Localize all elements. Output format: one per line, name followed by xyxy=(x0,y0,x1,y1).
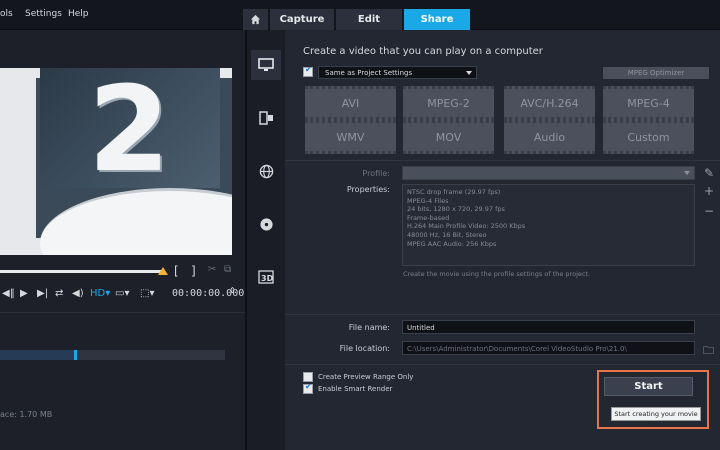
scissors-icon[interactable]: ✂ xyxy=(208,264,216,275)
menu-help[interactable]: Help xyxy=(68,9,89,19)
repeat-icon[interactable]: ⇄ xyxy=(55,288,63,299)
file-location-input[interactable]: C:\Users\Administrator\Documents\Corel V… xyxy=(402,341,695,355)
menu-settings[interactable]: Settings xyxy=(25,9,62,19)
add-icon[interactable]: + xyxy=(704,184,714,198)
project-settings-value: Same as Project Settings xyxy=(325,69,413,77)
share-panel: Create a video that you can play on a co… xyxy=(285,30,720,450)
video-preview: 2 xyxy=(0,68,232,255)
scrub-bar[interactable] xyxy=(0,270,162,273)
3d-icon: 3D xyxy=(258,270,274,284)
property-line: 48000 Hz, 16 Bit, Stereo xyxy=(407,230,487,239)
scrub-handle[interactable] xyxy=(158,267,168,275)
tab-edit[interactable]: Edit xyxy=(336,9,402,30)
disc-icon xyxy=(259,217,273,231)
device-category[interactable] xyxy=(251,103,281,133)
format-avi[interactable]: AVI xyxy=(305,86,396,120)
render-progress-marker xyxy=(74,350,77,360)
chevron-down-icon xyxy=(684,171,690,175)
tab-capture[interactable]: Capture xyxy=(270,9,334,30)
fit-icon[interactable]: ⬚▾ xyxy=(140,288,154,299)
step-back-icon[interactable]: ◀‖ xyxy=(2,288,15,299)
project-settings-dropdown[interactable]: Same as Project Settings xyxy=(318,66,477,79)
computer-category[interactable] xyxy=(251,50,281,80)
property-line: Frame-based xyxy=(407,213,450,222)
smart-render-checkbox[interactable] xyxy=(303,382,313,394)
format-mpeg2[interactable]: MPEG-2 xyxy=(403,86,494,120)
timecode-stepper-icon[interactable]: ⇕ xyxy=(229,286,236,295)
file-name-input[interactable]: Untitled xyxy=(402,320,695,334)
share-heading: Create a video that you can play on a co… xyxy=(303,46,543,57)
home-icon xyxy=(250,14,261,25)
same-as-project-checkbox[interactable] xyxy=(303,65,313,77)
3d-category[interactable]: 3D xyxy=(251,262,281,292)
profile-dropdown[interactable] xyxy=(402,166,695,180)
format-mov[interactable]: MOV xyxy=(403,120,494,154)
property-line: MPEG-4 Files xyxy=(407,196,449,205)
profile-description: Create the movie using the profile setti… xyxy=(403,270,591,278)
property-line: NTSC drop frame (29.97 fps) xyxy=(407,188,501,196)
free-space-text: ace: 1.70 MB xyxy=(0,410,53,419)
tab-share[interactable]: Share xyxy=(404,9,470,30)
properties-label: Properties: xyxy=(346,185,390,194)
play-icon[interactable]: ▶ xyxy=(20,288,28,299)
property-line: 24 bits, 1280 x 720, 29.97 fps xyxy=(407,205,505,214)
mark-out-button[interactable]: ] xyxy=(191,264,196,278)
remove-icon[interactable]: − xyxy=(704,204,714,218)
profile-label: Profile: xyxy=(362,169,390,178)
properties-box: NTSC drop frame (29.97 fps) MPEG-4 Files… xyxy=(402,184,695,266)
svg-text:3D: 3D xyxy=(261,274,274,283)
disc-category[interactable] xyxy=(251,209,281,239)
mark-in-button[interactable]: [ xyxy=(174,264,179,278)
top-bar: ols Settings Help Capture Edit Share xyxy=(0,0,720,30)
format-custom[interactable]: Custom xyxy=(603,120,694,154)
player-panel: 2 [ ] ✂ ⧉ ◀‖ ▶ ▶| ⇄ ◀) HD▾ ▭▾ ⬚▾ 00:00:0… xyxy=(0,30,245,450)
format-avc-h264[interactable]: AVC/H.264 xyxy=(504,86,595,120)
globe-icon xyxy=(259,164,273,178)
volume-icon[interactable]: ◀) xyxy=(72,288,84,299)
preview-number: 2 xyxy=(88,68,171,198)
preview-range-label: Create Preview Range Only xyxy=(318,373,414,381)
format-audio[interactable]: Audio xyxy=(504,120,595,154)
step-forward-icon[interactable]: ▶| xyxy=(37,288,48,299)
property-line: MPEG AAC Audio: 256 Kbps xyxy=(407,239,497,248)
monitor-icon xyxy=(258,58,274,71)
pencil-icon[interactable]: ✎ xyxy=(704,166,714,180)
copy-icon[interactable]: ⧉ xyxy=(224,264,231,275)
start-tooltip: Start creating your movie xyxy=(611,407,701,421)
render-progress-fill xyxy=(0,350,74,360)
format-mpeg4[interactable]: MPEG-4 xyxy=(603,86,694,120)
tab-home[interactable] xyxy=(243,9,268,30)
start-button[interactable]: Start xyxy=(604,377,693,396)
format-wmv[interactable]: WMV xyxy=(305,120,396,154)
mpeg-optimizer-button[interactable]: MPEG Optimizer xyxy=(603,67,709,79)
share-category-bar: 3D xyxy=(247,30,285,450)
device-icon xyxy=(259,111,273,125)
folder-icon[interactable]: 🗀 xyxy=(703,342,714,361)
file-location-label: File location: xyxy=(339,344,390,353)
web-category[interactable] xyxy=(251,156,281,186)
aspect-ratio-icon[interactable]: ▭▾ xyxy=(115,288,129,299)
property-line: H.264 Main Profile Video: 2500 Kbps xyxy=(407,222,526,231)
chevron-down-icon xyxy=(466,71,472,75)
file-name-label: File name: xyxy=(348,323,390,332)
menu-file[interactable]: ols xyxy=(0,9,13,19)
preview-range-checkbox[interactable] xyxy=(303,372,313,382)
smart-render-label: Enable Smart Render xyxy=(318,385,393,393)
hd-icon[interactable]: HD▾ xyxy=(90,288,110,299)
